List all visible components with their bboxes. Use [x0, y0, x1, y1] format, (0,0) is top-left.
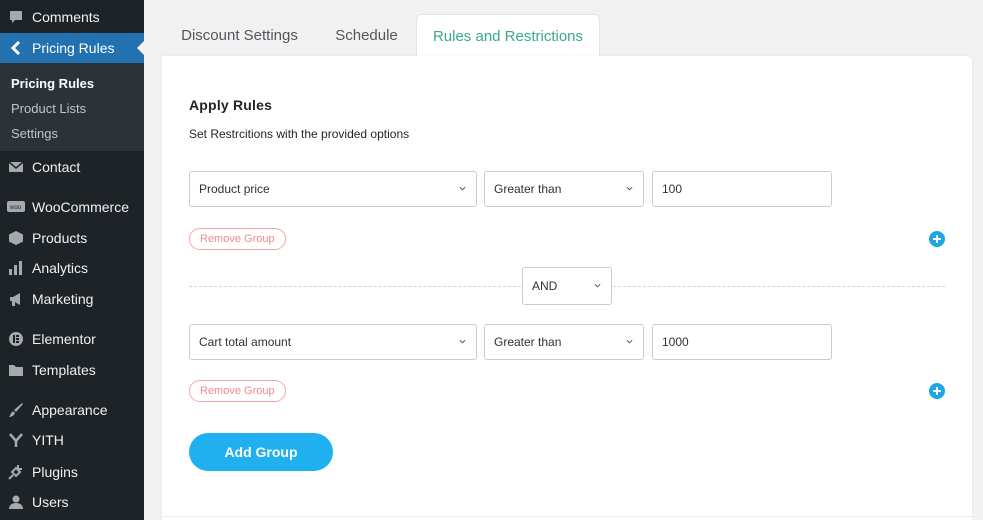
chevron-down-icon: [626, 186, 633, 191]
input-value: 1000: [662, 335, 689, 349]
remove-group-button[interactable]: Remove Group: [189, 380, 286, 402]
tab-schedule[interactable]: Schedule: [317, 14, 416, 57]
menu-item-marketing[interactable]: Marketing: [0, 284, 144, 314]
rule-field-select[interactable]: Product price: [189, 171, 477, 207]
megaphone-icon: [6, 289, 26, 309]
user-icon: [6, 492, 26, 512]
remove-group-button[interactable]: Remove Group: [189, 228, 286, 250]
bar-chart-icon: [6, 258, 26, 278]
rule-field-select[interactable]: Cart total amount: [189, 324, 477, 360]
menu-item-plugins[interactable]: Plugins: [0, 457, 144, 487]
menu-item-appearance[interactable]: Appearance: [0, 395, 144, 425]
group-connector-select[interactable]: AND: [522, 267, 612, 305]
rule-value-input[interactable]: 100: [652, 171, 832, 207]
panel-footer-divider: [162, 516, 972, 517]
submenu-item-pricing-rules[interactable]: Pricing Rules: [11, 76, 94, 91]
menu-item-woocommerce[interactable]: woo WooCommerce: [0, 192, 144, 222]
brush-icon: [6, 400, 26, 420]
menu-item-yith[interactable]: YITH: [0, 425, 144, 455]
menu-label: Elementor: [32, 331, 96, 347]
submenu-item-settings[interactable]: Settings: [11, 126, 58, 141]
menu-item-elementor[interactable]: Elementor: [0, 324, 144, 354]
selected-value: AND: [532, 279, 558, 293]
menu-label: YITH: [32, 432, 64, 448]
menu-label: Users: [32, 494, 69, 510]
svg-text:woo: woo: [9, 205, 22, 211]
menu-label: Products: [32, 230, 88, 246]
woo-icon: woo: [6, 197, 26, 217]
menu-item-templates[interactable]: Templates: [0, 355, 144, 385]
menu-label: Analytics: [32, 260, 89, 276]
plug-icon: [6, 462, 26, 482]
back-arrow-icon: [6, 38, 26, 58]
rule-value-input[interactable]: 1000: [652, 324, 832, 360]
menu-label: Templates: [32, 362, 96, 378]
active-indicator: [137, 41, 144, 55]
menu-label: Comments: [32, 9, 100, 25]
menu-item-users[interactable]: Users: [0, 487, 144, 517]
menu-label: Marketing: [32, 291, 94, 307]
menu-item-comments[interactable]: Comments: [0, 2, 144, 32]
menu-label: Appearance: [32, 402, 108, 418]
selected-value: Product price: [199, 182, 270, 196]
chevron-down-icon: [459, 186, 466, 191]
section-heading: Apply Rules: [189, 97, 273, 113]
folder-icon: [6, 360, 26, 380]
add-rule-plus-icon[interactable]: [929, 231, 945, 247]
add-group-button[interactable]: Add Group: [189, 433, 333, 471]
menu-label: Contact: [32, 159, 81, 175]
tab-rules-and-restrictions[interactable]: Rules and Restrictions: [416, 14, 600, 58]
selected-value: Greater than: [494, 335, 562, 349]
envelope-icon: [6, 157, 26, 177]
submenu-item-product-lists[interactable]: Product Lists: [11, 101, 86, 116]
comment-icon: [6, 7, 26, 27]
menu-item-pricing-rules[interactable]: Pricing Rules: [0, 33, 144, 63]
menu-label: Plugins: [32, 464, 78, 480]
rules-panel: Apply Rules Set Restrcitions with the pr…: [162, 56, 972, 520]
pricing-rules-submenu: Pricing Rules Product Lists Settings: [0, 63, 144, 151]
yith-icon: [6, 430, 26, 450]
tab-discount-settings[interactable]: Discount Settings: [162, 14, 317, 57]
admin-sidebar: Comments Pricing Rules Pricing Rules Pro…: [0, 0, 144, 520]
chevron-down-icon: [459, 339, 466, 344]
menu-item-analytics[interactable]: Analytics: [0, 253, 144, 283]
elementor-icon: [6, 329, 26, 349]
selected-value: Greater than: [494, 182, 562, 196]
selected-value: Cart total amount: [199, 335, 292, 349]
box-icon: [6, 228, 26, 248]
add-rule-plus-icon[interactable]: [929, 383, 945, 399]
input-value: 100: [662, 182, 683, 196]
menu-label: WooCommerce: [32, 199, 129, 215]
menu-label: Pricing Rules: [32, 40, 115, 56]
menu-item-products[interactable]: Products: [0, 223, 144, 253]
section-description: Set Restrcitions with the provided optio…: [189, 127, 410, 141]
rule-operator-select[interactable]: Greater than: [484, 171, 644, 207]
menu-item-contact[interactable]: Contact: [0, 152, 144, 182]
rule-operator-select[interactable]: Greater than: [484, 324, 644, 360]
chevron-down-icon: [594, 283, 601, 288]
chevron-down-icon: [626, 339, 633, 344]
